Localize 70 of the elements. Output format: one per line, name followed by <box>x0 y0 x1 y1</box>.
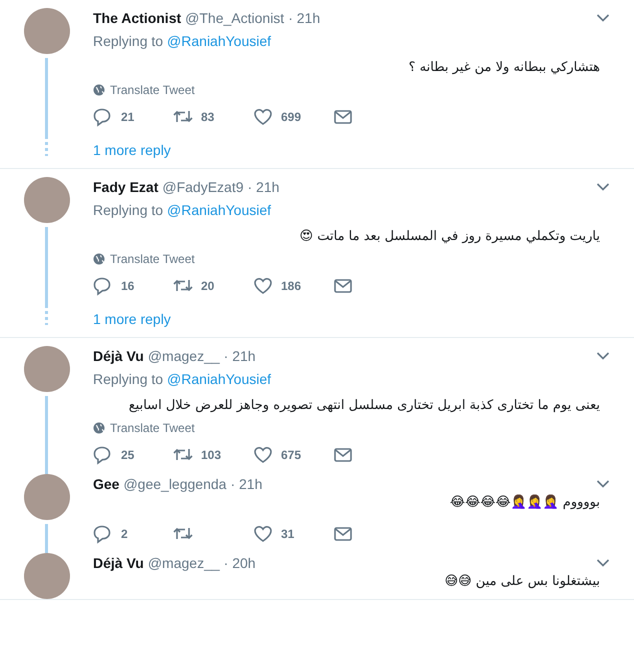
avatar-photo-placeholder[interactable] <box>24 177 70 223</box>
avatar-photo-placeholder[interactable] <box>24 8 70 54</box>
timestamp[interactable]: · 21h <box>248 179 280 195</box>
user-name[interactable]: Déjà Vu <box>93 348 144 364</box>
tweet-text: ياريت وتكملي مسيرة روز في المسلسل بعد ما ماتت 😍 <box>298 228 600 246</box>
globe-icon[interactable] <box>93 422 105 434</box>
avatar-photo-placeholder[interactable] <box>24 553 70 599</box>
timestamp[interactable]: · 20h <box>224 555 256 571</box>
user-handle[interactable]: @FadyEzat9 <box>162 179 244 195</box>
envelope-icon[interactable] <box>333 276 353 296</box>
caret-icon[interactable] <box>596 558 610 568</box>
tweet-text: يعنى يوم ما تختارى كذبة ابريل تختارى مسلسل انتهى تصويره وجاهز للعرض خلال اسابيع <box>128 397 600 415</box>
retweet-count: 103 <box>201 448 222 462</box>
caret-icon[interactable] <box>596 13 610 23</box>
heart-icon[interactable] <box>253 107 273 127</box>
replying-label: Replying to <box>93 33 164 49</box>
tweet-text: هتشاركي ببطانه ولا من غير بطانه ؟ <box>408 59 600 77</box>
caret-icon[interactable] <box>596 182 610 192</box>
thread-line <box>45 524 48 553</box>
timestamp[interactable]: · 21h <box>288 10 320 26</box>
heart-icon[interactable] <box>253 276 273 296</box>
reply-count: 2 <box>121 527 128 541</box>
user-name[interactable]: Fady Ezat <box>93 179 158 195</box>
replying-label: Replying to <box>93 371 164 387</box>
retweet-count: 20 <box>201 279 214 293</box>
like-count: 675 <box>281 448 302 462</box>
more-replies-link[interactable]: 1 more reply <box>93 142 171 158</box>
tweet-text: بيشتغلونا بس على مين 😅😅 <box>444 573 600 591</box>
translate-link[interactable]: Translate Tweet <box>110 83 195 97</box>
mention-link[interactable]: @RaniahYousief <box>167 202 272 218</box>
user-name[interactable]: Déjà Vu <box>93 555 144 571</box>
caret-icon[interactable] <box>596 351 610 361</box>
avatar-photo-placeholder[interactable] <box>24 474 70 520</box>
reply-count: 16 <box>121 279 134 293</box>
envelope-icon[interactable] <box>333 524 353 544</box>
reply-count: 21 <box>121 110 134 124</box>
reply-icon[interactable] <box>93 107 113 127</box>
globe-icon[interactable] <box>93 84 105 96</box>
heart-icon[interactable] <box>253 445 273 465</box>
timestamp[interactable]: · 21h <box>224 348 256 364</box>
reply-icon[interactable] <box>93 445 113 465</box>
user-handle[interactable]: @magez__ <box>148 348 220 364</box>
timestamp[interactable]: · 21h <box>230 476 262 492</box>
retweet-count: 83 <box>201 110 214 124</box>
user-name[interactable]: Gee <box>93 476 120 492</box>
user-handle[interactable]: @The_Actionist <box>185 10 284 26</box>
user-name[interactable]: The Actionist <box>93 10 182 26</box>
envelope-icon[interactable] <box>333 445 353 465</box>
mention-link[interactable]: @RaniahYousief <box>167 371 272 387</box>
translate-link[interactable]: Translate Tweet <box>110 252 195 266</box>
thread-dots <box>45 305 48 325</box>
user-handle[interactable]: @magez__ <box>148 555 220 571</box>
reply-count: 25 <box>121 448 134 462</box>
like-count: 31 <box>281 527 294 541</box>
like-count: 186 <box>281 279 302 293</box>
tweet-text: بووووم 🤦‍♀🤦‍♀🤦‍♀😂😂😂😂 <box>448 494 600 512</box>
reply-icon[interactable] <box>93 276 113 296</box>
more-replies-link[interactable]: 1 more reply <box>93 311 171 327</box>
mention-link[interactable]: @RaniahYousief <box>167 33 272 49</box>
caret-icon[interactable] <box>596 479 610 489</box>
globe-icon[interactable] <box>93 253 105 265</box>
user-handle[interactable]: @gee_leggenda <box>123 476 226 492</box>
heart-icon[interactable] <box>253 524 273 544</box>
thread-dots <box>45 136 48 156</box>
envelope-icon[interactable] <box>333 107 353 127</box>
reply-icon[interactable] <box>93 524 113 544</box>
translate-link[interactable]: Translate Tweet <box>110 421 195 435</box>
avatar-photo-placeholder[interactable] <box>24 346 70 392</box>
like-count: 699 <box>281 110 302 124</box>
replying-label: Replying to <box>93 202 164 218</box>
